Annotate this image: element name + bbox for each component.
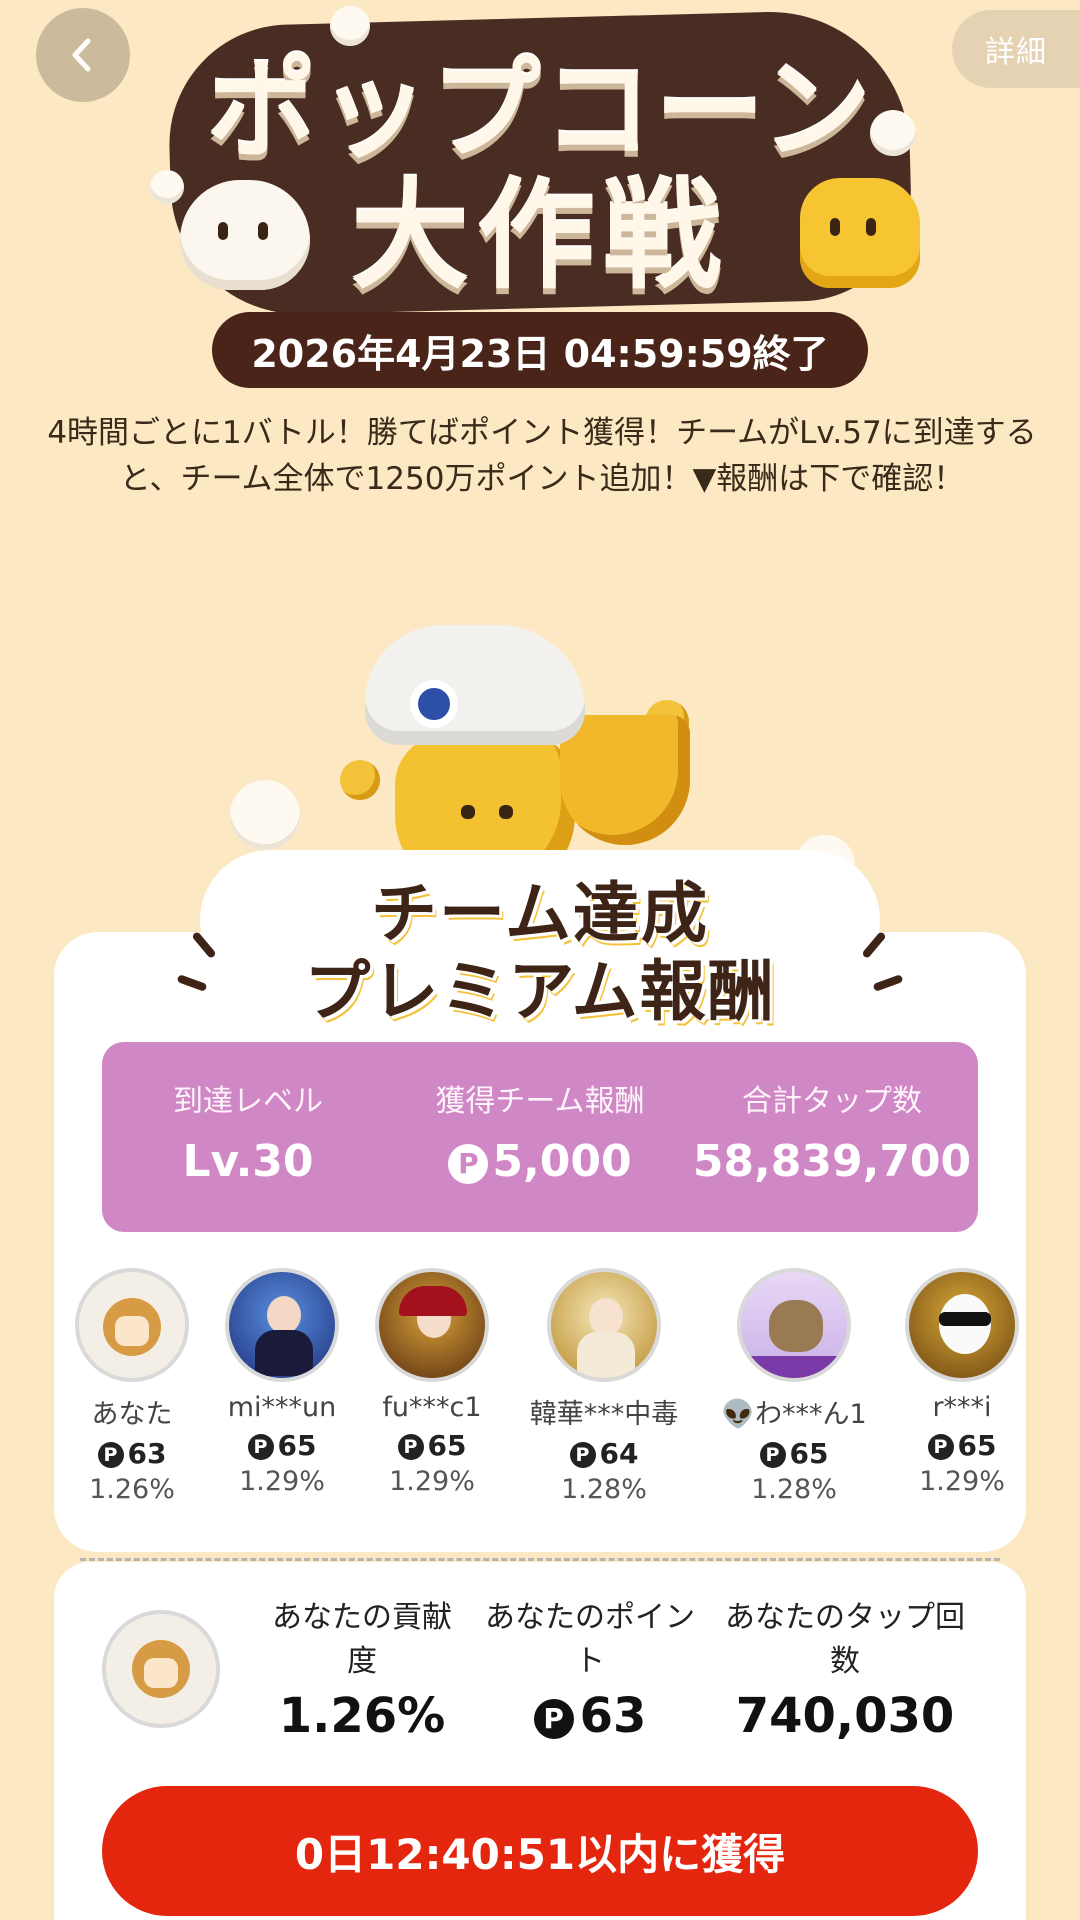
taps-label: あなたのタップ回数: [725, 1600, 965, 1679]
point-icon: P: [759, 1442, 786, 1468]
member-points: 65: [277, 1429, 317, 1462]
member-points: 65: [789, 1437, 829, 1470]
member-item[interactable]: r***i P 65 1.29%: [882, 1268, 1042, 1497]
point-icon: P: [927, 1434, 954, 1460]
point-icon: P: [448, 1144, 489, 1184]
level-label: 到達レベル: [173, 1084, 323, 1119]
contribution-label: あなたの貢献度: [272, 1600, 452, 1679]
member-item[interactable]: mi***un P 65 1.29%: [202, 1268, 362, 1497]
popcorn-icon: [330, 6, 370, 46]
level-value: Lv.30: [182, 1136, 314, 1187]
my-avatar[interactable]: [102, 1610, 220, 1728]
contribution-value: 1.26%: [278, 1688, 446, 1744]
star-badge-icon: [410, 680, 458, 728]
team-stats-panel: 到達レベル Lv.30 獲得チーム報酬 P 5,000 合計タップ数 58,839…: [102, 1042, 978, 1232]
coin-icon: [340, 760, 380, 800]
event-description: 4時間ごとに1バトル！勝てばポイント獲得！チームがLv.57に到達すると、チーム…: [47, 415, 1037, 497]
member-item[interactable]: 👽わ***ん1 P 65 1.28%: [714, 1268, 874, 1505]
member-name: r***i: [932, 1392, 992, 1423]
member-item[interactable]: fu***c1 P 65 1.29%: [352, 1268, 512, 1497]
cloud-mascot-icon: [180, 180, 310, 290]
anime-avatar: [375, 1268, 489, 1382]
member-item[interactable]: 韓華***中毒 P 64 1.28%: [524, 1268, 684, 1505]
member-percent: 1.28%: [751, 1474, 837, 1505]
chef-hat-icon: [365, 625, 585, 745]
member-points: 65: [427, 1429, 467, 1462]
reward-label: 獲得チーム報酬: [435, 1084, 645, 1119]
trophy-icon: [560, 715, 690, 845]
taps-label: 合計タップ数: [742, 1084, 922, 1119]
member-percent: 1.29%: [919, 1466, 1005, 1497]
reward-value: 5,000: [492, 1136, 632, 1187]
member-points: 63: [127, 1437, 167, 1470]
taps-value: 58,839,700: [692, 1136, 972, 1187]
member-percent: 1.29%: [239, 1466, 325, 1497]
popcorn-icon: [870, 110, 916, 156]
popcorn-icon: [230, 780, 300, 850]
member-name: あなた: [91, 1399, 173, 1430]
card-title-line2: プレミアム報酬: [304, 953, 776, 1030]
member-name: 👽わ***ん1: [721, 1399, 867, 1430]
member-name: fu***c1: [382, 1392, 482, 1423]
chevron-left-icon: [72, 38, 91, 72]
point-icon: P: [569, 1442, 596, 1468]
my-points: あなたのポイント P 63: [474, 1596, 706, 1744]
my-contribution: あなたの貢献度 1.26%: [262, 1596, 462, 1744]
my-taps: あなたのタップ回数 740,030: [712, 1596, 978, 1744]
anime-avatar: [547, 1268, 661, 1382]
member-percent: 1.29%: [389, 1466, 475, 1497]
popcorn-icon: [150, 170, 184, 204]
cat-avatar: [737, 1268, 851, 1382]
back-button[interactable]: [36, 8, 130, 102]
anime-avatar: [225, 1268, 339, 1382]
member-name: mi***un: [227, 1392, 337, 1423]
member-percent: 1.28%: [561, 1474, 647, 1505]
details-button[interactable]: 詳細: [952, 10, 1080, 88]
member-points: 64: [599, 1437, 639, 1470]
taps-value: 740,030: [735, 1688, 955, 1744]
point-icon: P: [247, 1434, 274, 1460]
point-icon: P: [97, 1442, 124, 1468]
point-icon: P: [533, 1699, 574, 1739]
points-label: あなたのポイント: [485, 1600, 695, 1679]
end-time-badge: 2026年4月23日 04:59:59終了: [212, 312, 868, 388]
member-name: 韓華***中毒: [529, 1399, 679, 1430]
member-points: 65: [957, 1429, 997, 1462]
point-icon: P: [397, 1434, 424, 1460]
member-percent: 1.26%: [89, 1474, 175, 1505]
claim-button[interactable]: 0日12:40:51以内に獲得: [102, 1786, 978, 1916]
dog-avatar: [905, 1268, 1019, 1382]
toast-mascot-icon: [800, 178, 920, 288]
dashed-divider: [80, 1558, 1000, 1561]
mascot-avatar: [75, 1268, 189, 1382]
hero-banner: ポップコーン 大作戦: [0, 0, 1080, 320]
points-value: 63: [579, 1688, 647, 1744]
member-item[interactable]: あなた P 63 1.26%: [52, 1268, 212, 1505]
